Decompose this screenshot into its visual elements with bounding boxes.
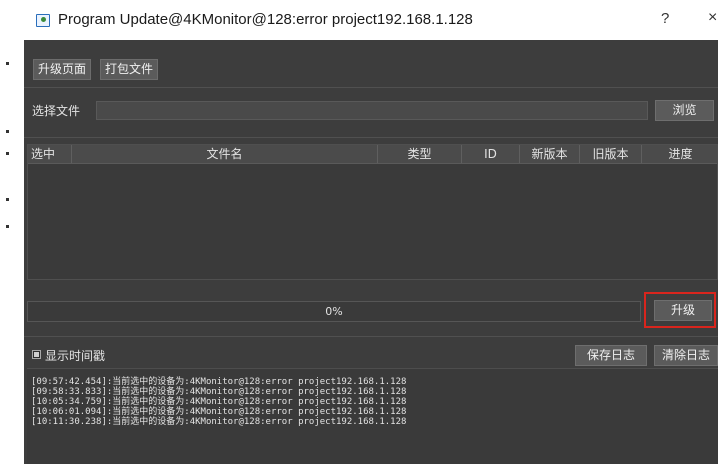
- log-line: [10:05:34.759]:当前选中的设备为:4KMonitor@128:er…: [31, 397, 407, 407]
- column-header-progress[interactable]: 进度: [642, 145, 718, 163]
- tab-upgrade-page[interactable]: 升级页面: [33, 59, 92, 80]
- column-header-id[interactable]: ID: [462, 145, 520, 163]
- show-timestamp-checkbox[interactable]: [32, 350, 41, 359]
- upgrade-button[interactable]: 升级: [654, 300, 712, 321]
- edge-mark: [6, 152, 9, 155]
- file-path-input[interactable]: [96, 101, 648, 120]
- edge-mark: [6, 62, 9, 65]
- progress-bar: 0%: [27, 301, 641, 322]
- close-button[interactable]: ×: [708, 9, 717, 27]
- progress-text: 0%: [325, 305, 343, 318]
- app-icon: [36, 14, 50, 27]
- table-header: 选中 文件名 类型 ID 新版本 旧版本 进度: [28, 145, 717, 164]
- file-table[interactable]: 选中 文件名 类型 ID 新版本 旧版本 进度: [27, 144, 718, 280]
- column-header-old-version[interactable]: 旧版本: [580, 145, 642, 163]
- log-line: [09:58:33.833]:当前选中的设备为:4KMonitor@128:er…: [31, 387, 407, 397]
- divider: [24, 87, 718, 88]
- divider: [24, 137, 718, 138]
- main-panel: 升级页面 打包文件 选择文件 浏览 选中 文件名 类型 ID 新版本 旧版本 进…: [24, 40, 718, 464]
- edge-mark: [6, 225, 9, 228]
- column-header-new-version[interactable]: 新版本: [520, 145, 580, 163]
- log-line: [10:06:01.094]:当前选中的设备为:4KMonitor@128:er…: [31, 407, 407, 417]
- window-title: Program Update@4KMonitor@128:error proje…: [58, 11, 473, 28]
- edge-mark: [6, 130, 9, 133]
- tab-package-file[interactable]: 打包文件: [100, 59, 159, 80]
- log-line: [09:57:42.454]:当前选中的设备为:4KMonitor@128:er…: [31, 377, 407, 387]
- browse-button[interactable]: 浏览: [655, 100, 714, 121]
- edge-mark: [6, 198, 9, 201]
- show-timestamp-label[interactable]: 显示时间戳: [45, 347, 105, 364]
- log-line: [10:11:30.238]:当前选中的设备为:4KMonitor@128:er…: [31, 417, 407, 427]
- highlight-box: 升级: [644, 292, 716, 328]
- divider: [24, 336, 718, 337]
- help-button[interactable]: ?: [661, 10, 669, 27]
- log-output[interactable]: [09:57:42.454]:当前选中的设备为:4KMonitor@128:er…: [27, 368, 718, 464]
- column-header-type[interactable]: 类型: [378, 145, 462, 163]
- save-log-button[interactable]: 保存日志: [575, 345, 647, 366]
- select-file-label: 选择文件: [32, 104, 81, 118]
- clear-log-button[interactable]: 清除日志: [654, 345, 718, 366]
- title-bar: Program Update@4KMonitor@128:error proje…: [24, 0, 718, 40]
- column-header-select[interactable]: 选中: [28, 145, 72, 163]
- desktop-edge: [0, 0, 24, 464]
- column-header-filename[interactable]: 文件名: [72, 145, 378, 163]
